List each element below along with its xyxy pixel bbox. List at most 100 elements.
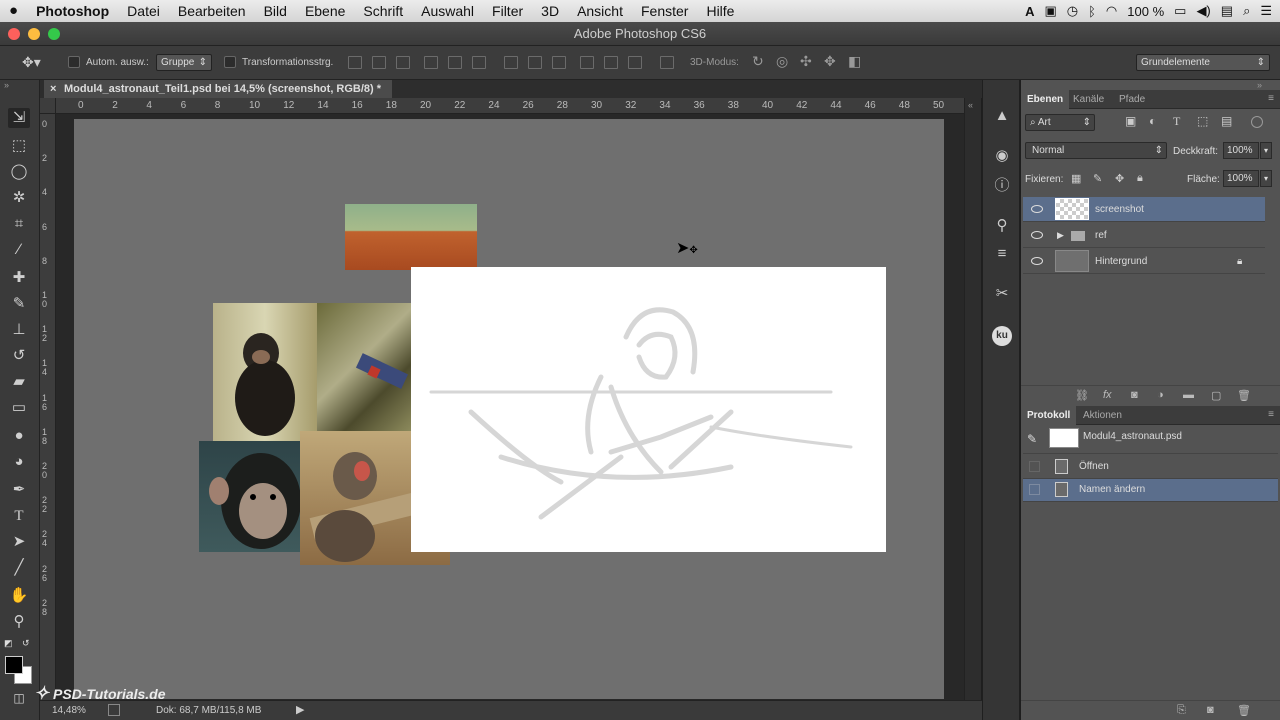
layer-style-icon[interactable]: fx	[1103, 389, 1112, 401]
tab-ebenen[interactable]: Ebenen	[1021, 90, 1070, 109]
move-tool-icon[interactable]: ⇲	[8, 108, 30, 128]
healing-brush-tool-icon[interactable]: ✚	[8, 268, 30, 288]
notification-center-icon[interactable]: ☰	[1260, 3, 1272, 19]
move-tool-preset-icon[interactable]: ✥▾	[22, 54, 41, 71]
tab-aktionen[interactable]: Aktionen	[1077, 406, 1128, 425]
screen-record-icon[interactable]: ▣	[1044, 3, 1056, 19]
crop-tool-icon[interactable]: ⌗	[8, 214, 30, 234]
pen-tool-icon[interactable]: ✒	[8, 480, 30, 500]
visibility-eye-icon[interactable]	[1031, 205, 1043, 213]
lock-pixels-icon[interactable]: ✎	[1093, 172, 1102, 185]
quick-mask-icon[interactable]: ◫	[8, 688, 30, 708]
menu-ansicht[interactable]: Ansicht	[568, 0, 632, 22]
fill-dropdown-icon[interactable]: ▾	[1260, 170, 1272, 187]
histogram-icon[interactable]: ▲	[991, 106, 1013, 126]
tool-presets-icon[interactable]: ✂	[991, 284, 1013, 304]
spotlight-search-icon[interactable]: ⌕	[1243, 3, 1250, 19]
filter-toggle-icon[interactable]	[1251, 116, 1263, 128]
battery-icon[interactable]: ▭	[1174, 3, 1186, 19]
magic-wand-tool-icon[interactable]: ✲	[8, 188, 30, 208]
menu-fenster[interactable]: Fenster	[632, 0, 697, 22]
status-arrow-icon[interactable]: ▶	[296, 703, 304, 716]
hand-tool-icon[interactable]: ✋	[8, 586, 30, 606]
filter-smart-object-icon[interactable]: ▤	[1221, 114, 1232, 128]
filter-type-icon[interactable]: T	[1173, 114, 1180, 129]
align-top-icon[interactable]	[348, 56, 362, 69]
zoom-window-button[interactable]	[48, 28, 60, 40]
distribute-bottom-icon[interactable]	[552, 56, 566, 69]
distribute-right-icon[interactable]	[628, 56, 642, 69]
menu-ebene[interactable]: Ebene	[296, 0, 354, 22]
tab-protokoll[interactable]: Protokoll	[1021, 406, 1077, 425]
menu-schrift[interactable]: Schrift	[354, 0, 412, 22]
history-source-checkbox[interactable]	[1029, 461, 1040, 472]
visibility-eye-icon[interactable]	[1031, 257, 1043, 265]
history-step-oeffnen[interactable]: Öffnen	[1023, 455, 1278, 479]
menu-3d[interactable]: 3D	[532, 0, 568, 22]
filter-adjustment-icon[interactable]: ◐	[1149, 114, 1156, 128]
foreground-color-swatch[interactable]	[5, 656, 23, 674]
zoom-level[interactable]: 14,48%	[52, 705, 86, 716]
history-brush-source-icon[interactable]: ✎	[1027, 428, 1037, 450]
menu-bearbeiten[interactable]: Bearbeiten	[169, 0, 255, 22]
astronaut-suit-image[interactable]	[317, 303, 411, 431]
adobe-icon[interactable]: A	[1025, 4, 1034, 19]
app-menu[interactable]: Photoshop	[27, 0, 118, 22]
3d-slide-icon[interactable]: ✥	[824, 53, 836, 70]
expand-dock-icon[interactable]: «	[968, 100, 973, 110]
align-vcenter-icon[interactable]	[372, 56, 386, 69]
lasso-tool-icon[interactable]: ◯	[8, 162, 30, 182]
tab-kanaele[interactable]: Kanäle	[1067, 90, 1110, 109]
transform-controls-checkbox[interactable]	[224, 56, 236, 68]
eyedropper-tool-icon[interactable]: ∕	[8, 240, 30, 260]
layer-row-hintergrund[interactable]: Hintergrund 🔒︎	[1023, 249, 1265, 274]
workspace-dropdown[interactable]: Grundelemente ⇕	[1136, 54, 1270, 71]
delete-state-icon[interactable]: 🗑︎	[1237, 704, 1251, 717]
brush-presets-icon[interactable]: ⚲	[991, 216, 1013, 236]
color-panel-icon[interactable]: ◉	[991, 146, 1013, 166]
history-panel-menu-icon[interactable]: ≡	[1268, 409, 1274, 420]
auto-align-layers-icon[interactable]	[660, 56, 674, 69]
align-left-icon[interactable]	[424, 56, 438, 69]
minimize-window-button[interactable]	[28, 28, 40, 40]
3d-scale-icon[interactable]: ◧	[848, 53, 861, 70]
default-colors-icon[interactable]: ◩	[4, 638, 13, 649]
3d-roll-icon[interactable]: ◎	[776, 53, 788, 70]
filter-shape-icon[interactable]: ⬚	[1197, 114, 1208, 128]
keyboard-icon[interactable]: ▤	[1221, 3, 1233, 19]
document-tab[interactable]: × Modul4_astronaut_Teil1.psd bei 14,5% (…	[44, 80, 392, 98]
blend-mode-dropdown[interactable]: Normal ⇕	[1025, 142, 1167, 159]
distribute-hcenter-icon[interactable]	[604, 56, 618, 69]
new-snapshot-icon[interactable]: ◙	[1207, 704, 1214, 716]
layer-filter-dropdown[interactable]: ⌕ Art ⇕	[1025, 114, 1095, 131]
opacity-dropdown-icon[interactable]: ▾	[1260, 142, 1272, 159]
distribute-top-icon[interactable]	[504, 56, 518, 69]
close-document-icon[interactable]: ×	[50, 80, 56, 98]
type-tool-icon[interactable]: T	[8, 506, 30, 526]
apple-menu-icon[interactable]: ●	[0, 0, 27, 22]
clone-stamp-tool-icon[interactable]: ⊥	[8, 320, 30, 340]
ruler-origin[interactable]	[40, 98, 56, 114]
menu-filter[interactable]: Filter	[483, 0, 532, 22]
distribute-vcenter-icon[interactable]	[528, 56, 542, 69]
horizontal-ruler[interactable]: 0 2 4 6 8 10 12 14 16 18 20 22 24 26 28 30 32 34 36 38 40 42 4…	[56, 98, 964, 114]
sketch-layer-image[interactable]	[411, 267, 886, 552]
3d-drag-icon[interactable]: ✣	[800, 53, 812, 70]
adjustments-icon[interactable]: ≡	[991, 244, 1013, 264]
history-snapshot-row[interactable]: ✎ Modul4_astronaut.psd	[1023, 426, 1278, 454]
align-bottom-icon[interactable]	[396, 56, 410, 69]
menu-auswahl[interactable]: Auswahl	[412, 0, 483, 22]
history-brush-tool-icon[interactable]: ↺	[8, 346, 30, 366]
collapse-panels-icon[interactable]: »	[1257, 80, 1262, 90]
status-menu-icon[interactable]	[108, 704, 120, 716]
gradient-tool-icon[interactable]: ▭	[8, 398, 30, 418]
lock-all-icon[interactable]: 🔒︎	[1137, 172, 1143, 185]
layer-mask-icon[interactable]: ◙	[1131, 389, 1138, 401]
history-source-checkbox[interactable]	[1029, 484, 1040, 495]
delete-layer-icon[interactable]: 🗑︎	[1237, 389, 1251, 402]
marquee-tool-icon[interactable]: ⬚	[8, 136, 30, 156]
align-right-icon[interactable]	[472, 56, 486, 69]
menu-datei[interactable]: Datei	[118, 0, 169, 22]
tab-pfade[interactable]: Pfade	[1113, 90, 1151, 109]
zoom-tool-icon[interactable]: ⚲	[8, 612, 30, 632]
